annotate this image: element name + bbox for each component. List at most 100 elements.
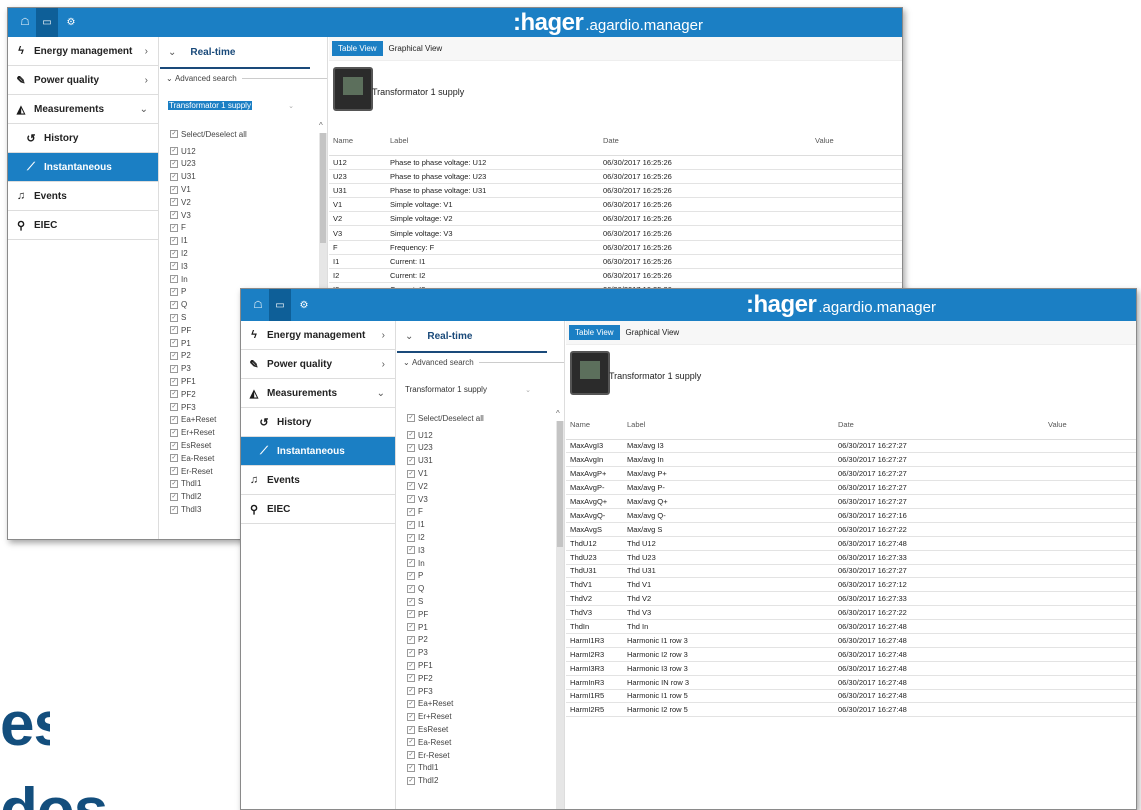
column-date[interactable]: Date [599,127,811,156]
measurement-checkbox[interactable]: ✓ Er-Reset [407,749,564,762]
measurement-checkbox[interactable]: ✓ P [407,570,564,583]
table-row[interactable]: HarmInR3 Harmonic IN row 3 06/30/2017 16:2… [566,675,1136,690]
gears-icon[interactable]: ⚙ [293,289,315,321]
table-row[interactable]: ThdIn Thd In 06/30/2017 16:27:48 [566,619,1136,634]
tab-graphical-view[interactable]: Graphical View [383,41,449,56]
column-date[interactable]: Date [834,411,1044,440]
nav-history[interactable]: ↺ History [8,124,158,153]
device-select[interactable]: Transformator 1 supply ⌄ [405,383,535,396]
realtime-header[interactable]: ⌄ Real-time [397,321,547,353]
nav-power-quality[interactable]: ✎ Power quality › [8,66,158,95]
nav-eiec[interactable]: ⚲ EIEC [241,495,395,524]
table-row[interactable]: MaxAvgIn Max/avg In 06/30/2017 16:27:27 [566,452,1136,468]
table-row[interactable]: MaxAvgP+ Max/avg P+ 06/30/2017 16:27:27 [566,466,1136,482]
measurement-checkbox[interactable]: ✓ I2 [407,531,564,544]
gears-icon[interactable]: ⚙ [60,8,82,37]
measurement-checkbox[interactable]: ✓ I3 [407,544,564,557]
table-row[interactable]: ThdU31 Thd U31 06/30/2017 16:27:27 [566,564,1136,579]
table-row[interactable]: U31 Phase to phase voltage: U31 06/30/2017… [329,183,902,199]
measurement-checkbox[interactable]: ✓ U23 [407,442,564,455]
measurement-checkbox[interactable]: ✓ P2 [407,634,564,647]
measurement-checkbox[interactable]: ✓ PF2 [407,672,564,685]
measurement-checkbox[interactable]: ✓ U12 [407,429,564,442]
advanced-search[interactable]: ⌄ Advanced search [397,353,564,367]
measurement-checkbox[interactable]: ✓ V2 [407,480,564,493]
measurement-checkbox[interactable]: ✓ F [407,506,564,519]
nav-history[interactable]: ↺ History [241,408,395,437]
nav-measurements[interactable]: ◭ Measurements ⌄ [241,379,395,408]
nav-energy-management[interactable]: ϟ Energy management › [8,37,158,66]
measurement-checkbox[interactable]: ✓ Ea+Reset [407,698,564,711]
measurement-checkbox[interactable]: ✓ Q [407,582,564,595]
table-row[interactable]: MaxAvgS Max/avg S 06/30/2017 16:27:22 [566,522,1136,537]
measurement-checkbox[interactable]: ✓ In [170,273,327,286]
nav-power-quality[interactable]: ✎ Power quality › [241,350,395,379]
table-row[interactable]: U23 Phase to phase voltage: U23 06/30/2017… [329,169,902,184]
table-row[interactable]: V2 Simple voltage: V2 06/30/2017 16:25:26 [329,211,902,227]
table-row[interactable]: HarmI1R5 Harmonic I1 row 5 06/30/2017 16:2… [566,689,1136,704]
table-row[interactable]: ThdU23 Thd U23 06/30/2017 16:27:33 [566,550,1136,565]
measurement-checkbox[interactable]: ✓ V1 [407,467,564,480]
measurement-checkbox[interactable]: ✓ V3 [170,209,327,222]
table-row[interactable]: MaxAvgQ+ Max/avg Q+ 06/30/2017 16:27:27 [566,494,1136,509]
table-row[interactable]: HarmI3R3 Harmonic I3 row 3 06/30/2017 16:2… [566,661,1136,676]
tab-table-view[interactable]: Table View [569,325,620,340]
table-row[interactable]: ThdV3 Thd V3 06/30/2017 16:27:22 [566,605,1136,621]
nav-eiec[interactable]: ⚲ EIEC [8,211,158,240]
scroll-up-icon[interactable]: ^ [556,409,560,418]
measurement-checkbox[interactable]: ✓ EsReset [407,723,564,736]
table-row[interactable]: U12 Phase to phase voltage: U12 06/30/2017… [329,155,902,170]
measurement-checkbox[interactable]: ✓ PF [407,608,564,621]
column-label[interactable]: Label [386,127,599,156]
measurement-checkbox[interactable]: ✓ V3 [407,493,564,506]
measurement-checkbox[interactable]: ✓ I2 [170,247,327,260]
table-row[interactable]: HarmI2R5 Harmonic I2 row 5 06/30/2017 16:2… [566,702,1136,718]
tab-graphical-view[interactable]: Graphical View [620,325,686,340]
measurement-checkbox[interactable]: ✓ S [407,595,564,608]
table-row[interactable]: MaxAvgP- Max/avg P- 06/30/2017 16:27:27 [566,480,1136,496]
nav-events[interactable]: ♫ Events [241,466,395,495]
measurement-checkbox[interactable]: ✓ U31 [407,454,564,467]
measurement-checkbox[interactable]: ✓ V2 [170,196,327,209]
measurement-checkbox[interactable]: ✓ I3 [170,260,327,273]
realtime-header[interactable]: ⌄ Real-time [160,37,310,69]
table-row[interactable]: F Frequency: F 06/30/2017 16:25:26 [329,240,902,255]
measurement-checkbox[interactable]: ✓ U12 [170,145,327,158]
table-row[interactable]: I1 Current: I1 06/30/2017 16:25:26 [329,254,902,270]
table-row[interactable]: HarmI1R3 Harmonic I1 row 3 06/30/2017 16:2… [566,633,1136,648]
nav-instantaneous[interactable]: ⟋ Instantaneous [241,437,395,466]
column-name[interactable]: Name [566,411,623,440]
select-all-checkbox[interactable]: ✓ Select/Deselect all [407,412,564,425]
advanced-search[interactable]: ⌄ Advanced search [160,69,327,83]
table-row[interactable]: MaxAvgI3 Max/avg I3 06/30/2017 16:27:27 [566,439,1136,454]
measurement-checkbox[interactable]: ✓ I1 [170,234,327,247]
table-row[interactable]: V1 Simple voltage: V1 06/30/2017 16:25:26 [329,197,902,213]
measurement-checkbox[interactable]: ✓ In [407,557,564,570]
column-value[interactable]: Value [811,127,902,156]
measurement-checkbox[interactable]: ✓ V1 [170,183,327,196]
measurement-checkbox[interactable]: ✓ PF3 [407,685,564,698]
measurement-checkbox[interactable]: ✓ Ea-Reset [407,736,564,749]
tab-table-view[interactable]: Table View [332,41,383,56]
measurement-checkbox[interactable]: ✓ U23 [170,158,327,171]
table-row[interactable]: ThdV2 Thd V2 06/30/2017 16:27:33 [566,591,1136,607]
table-row[interactable]: V3 Simple voltage: V3 06/30/2017 16:25:26 [329,225,902,241]
scroll-up-icon[interactable]: ^ [319,121,323,130]
column-name[interactable]: Name [329,127,386,156]
nav-events[interactable]: ♫ Events [8,182,158,211]
measurement-checkbox[interactable]: ✓ Er+Reset [407,710,564,723]
scrollbar[interactable]: ^ [556,409,564,809]
measurement-checkbox[interactable]: ✓ F [170,222,327,235]
table-row[interactable]: MaxAvgQ- Max/avg Q- 06/30/2017 16:27:16 [566,508,1136,523]
home-icon[interactable]: ☖ [14,8,36,37]
measurement-checkbox[interactable]: ✓ ThdI1 [407,762,564,775]
measurement-checkbox[interactable]: ✓ ThdI2 [407,774,564,787]
select-all-checkbox[interactable]: ✓ Select/Deselect all [170,128,327,141]
nav-measurements[interactable]: ◭ Measurements ⌄ [8,95,158,124]
table-row[interactable]: ThdU12 Thd U12 06/30/2017 16:27:48 [566,536,1136,551]
column-value[interactable]: Value [1044,411,1136,440]
table-row[interactable]: HarmI2R3 Harmonic I2 row 3 06/30/2017 16:2… [566,647,1136,662]
nav-instantaneous[interactable]: ⟋ Instantaneous [8,153,158,182]
home-icon[interactable]: ☖ [247,289,269,321]
device-select[interactable]: Transformator 1 supply ⌄ [168,99,298,112]
